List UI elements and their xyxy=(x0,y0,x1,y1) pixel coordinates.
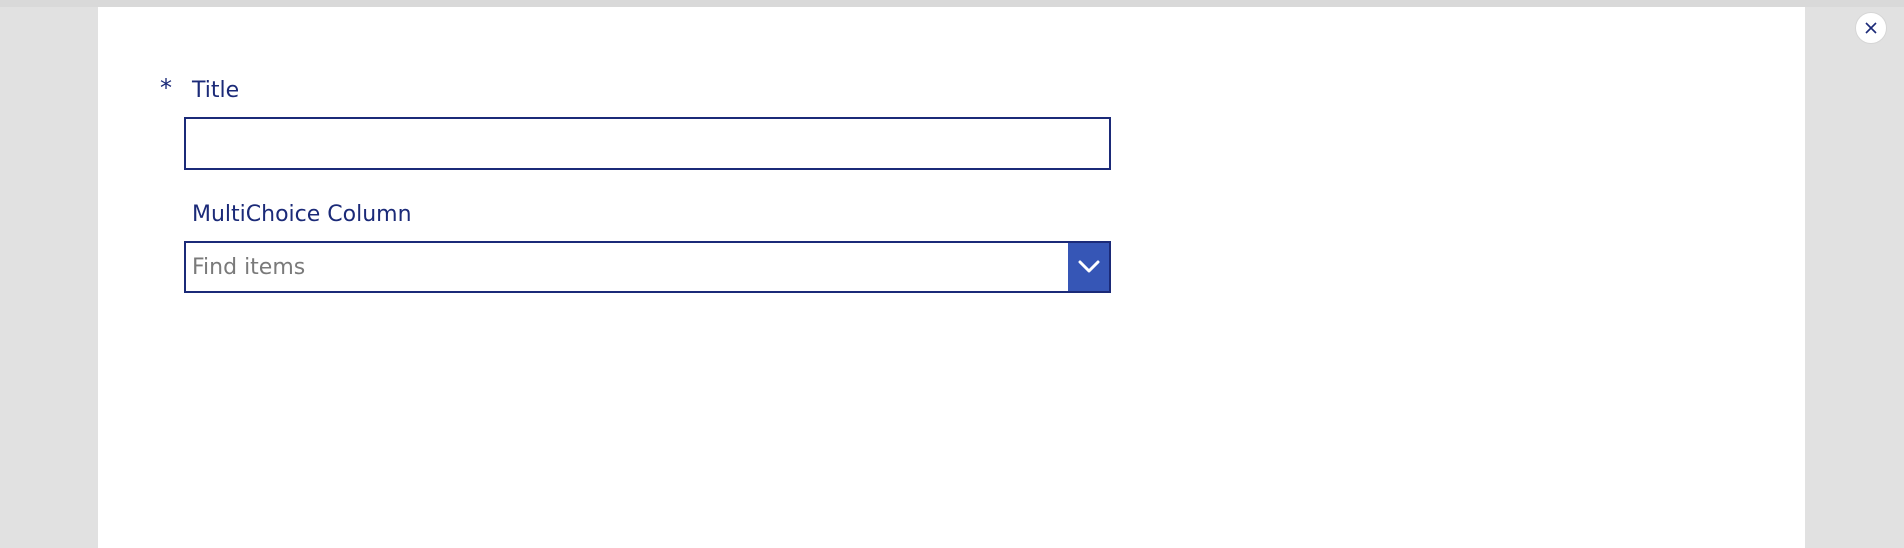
close-icon xyxy=(1865,22,1877,34)
title-input[interactable] xyxy=(184,117,1111,170)
dropdown-toggle-button[interactable] xyxy=(1068,243,1109,291)
find-items-input[interactable] xyxy=(186,243,1068,291)
required-indicator: * xyxy=(160,74,172,102)
chevron-down-icon xyxy=(1078,260,1099,273)
top-bar xyxy=(0,0,1904,7)
title-label: Title xyxy=(192,78,240,103)
multichoice-combobox[interactable] xyxy=(184,241,1111,293)
multichoice-label: MultiChoice Column xyxy=(192,202,412,227)
close-button[interactable] xyxy=(1855,12,1887,44)
